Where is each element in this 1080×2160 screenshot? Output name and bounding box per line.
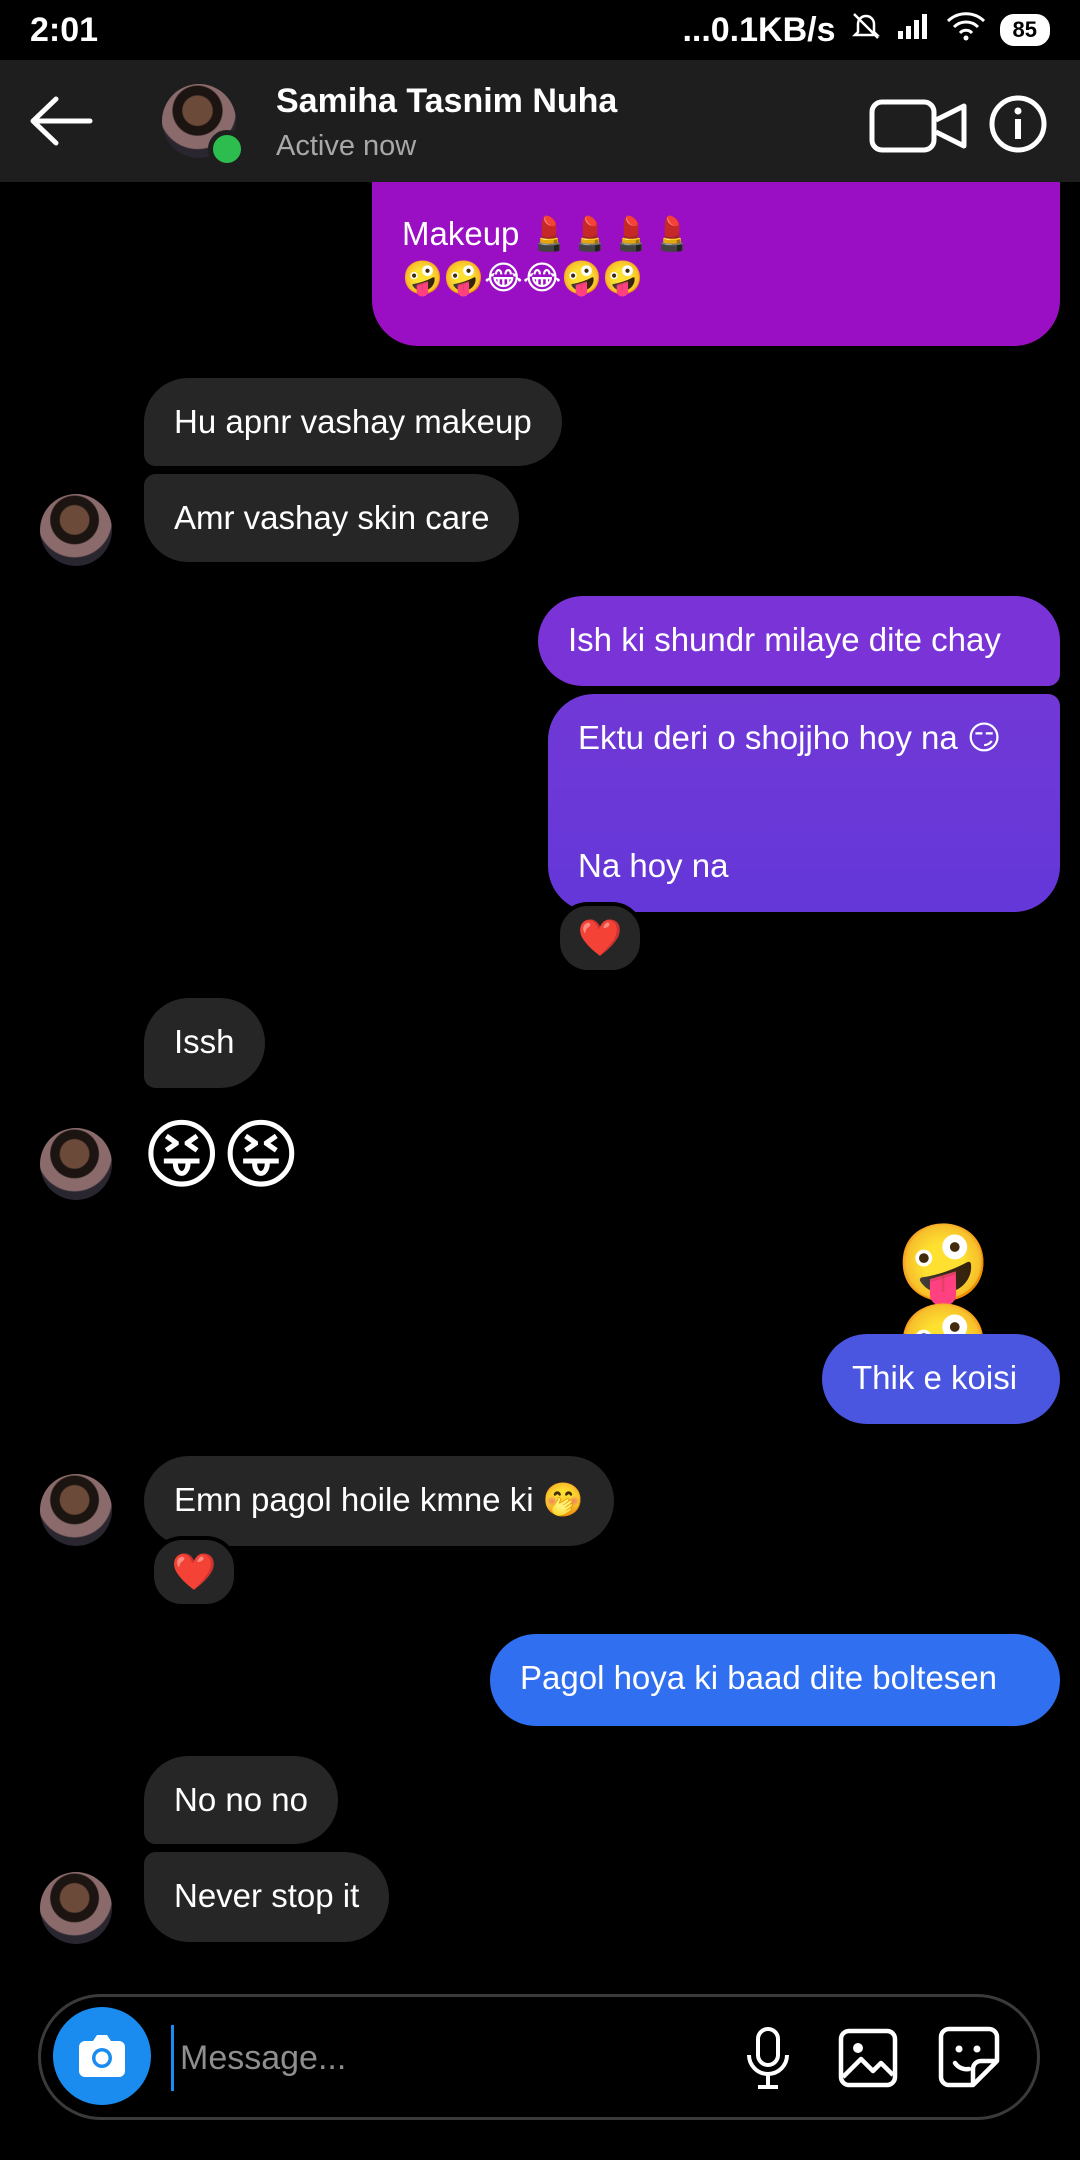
back-button[interactable] <box>26 90 96 152</box>
reaction-heart[interactable]: ❤️ <box>150 1536 238 1608</box>
video-call-button[interactable] <box>868 96 970 161</box>
message-bubble-outgoing[interactable]: Makeup 💄💄💄💄 🤪🤪😂😂🤪🤪 <box>372 182 1060 346</box>
message-bubble-incoming[interactable]: Amr vashay skin care <box>144 474 520 562</box>
message-bubble-incoming[interactable]: Emn pagol hoile kmne ki 🤭 <box>144 1456 614 1546</box>
microphone-button[interactable] <box>741 2025 795 2096</box>
status-icons: ...0.1KB/s 85 <box>682 10 1050 51</box>
network-speed: ...0.1KB/s <box>682 10 836 49</box>
sender-avatar[interactable] <box>40 494 112 566</box>
camera-icon <box>79 2035 125 2077</box>
heart-icon: ❤️ <box>171 1551 217 1592</box>
microphone-icon <box>747 2027 789 2089</box>
message-text: Emn pagol hoile kmne ki 🤭 <box>174 1481 584 1518</box>
message-bubble-incoming[interactable]: Never stop it <box>144 1852 390 1942</box>
message-text: Makeup 💄💄💄💄 <box>402 215 693 252</box>
message-bubble-incoming[interactable]: Issh <box>144 998 265 1088</box>
wifi-icon <box>946 11 986 50</box>
message-bubble-incoming[interactable]: No no no <box>144 1756 338 1844</box>
message-composer <box>38 1994 1040 2120</box>
avatar <box>40 1474 112 1546</box>
message-text: No no no <box>174 1781 308 1818</box>
contact-status: Active now <box>276 130 417 162</box>
avatar <box>40 1872 112 1944</box>
info-button[interactable] <box>988 94 1048 159</box>
message-text: Thik e koisi <box>852 1359 1018 1396</box>
message-text: Ish ki shundr milaye dite chay <box>568 621 1001 658</box>
message-text: Never stop it <box>174 1877 360 1914</box>
message-text: Pagol hoya ki baad dite boltesen <box>520 1659 998 1696</box>
emoji-message-incoming[interactable]: 😝😝 <box>142 1116 300 1196</box>
message-bubble-outgoing[interactable]: Pagol hoya ki baad dite boltesen <box>490 1634 1060 1726</box>
heart-icon: ❤️ <box>577 917 623 958</box>
online-indicator <box>208 130 246 168</box>
gallery-button[interactable] <box>837 2027 899 2094</box>
chat-header: Samiha Tasnim Nuha Active now <box>0 60 1080 182</box>
status-bar: 2:01 ...0.1KB/s 85 <box>0 0 1080 60</box>
camera-button[interactable] <box>53 2007 151 2105</box>
message-bubble-outgoing[interactable]: Thik e koisi <box>822 1334 1060 1424</box>
sticker-button[interactable] <box>937 2025 1001 2094</box>
reaction-heart[interactable]: ❤️ <box>556 902 644 974</box>
sticker-icon <box>938 2026 1000 2088</box>
message-bubble-outgoing[interactable]: Ish ki shundr milaye dite chay <box>538 596 1060 686</box>
avatar <box>40 1128 112 1200</box>
video-call-icon <box>869 99 967 153</box>
signal-icon <box>896 11 932 50</box>
mute-icon <box>850 10 882 51</box>
message-text: Issh <box>174 1023 235 1060</box>
battery-indicator: 85 <box>999 14 1050 46</box>
message-bubble-outgoing[interactable]: Ektu deri o shojjho hoy na 😏 Na hoy na <box>548 694 1060 912</box>
contact-name[interactable]: Samiha Tasnim Nuha <box>276 82 617 121</box>
message-text: Amr vashay skin care <box>174 499 490 536</box>
sender-avatar[interactable] <box>40 1128 112 1200</box>
info-icon <box>989 95 1047 153</box>
message-text: Hu apnr vashay makeup <box>174 403 532 440</box>
message-input[interactable] <box>171 2025 742 2091</box>
message-text: 🤪🤪😂😂🤪🤪 <box>402 259 644 296</box>
message-bubble-incoming[interactable]: Hu apnr vashay makeup <box>144 378 562 466</box>
contact-avatar[interactable] <box>162 84 246 168</box>
sender-avatar[interactable] <box>40 1872 112 1944</box>
avatar <box>40 494 112 566</box>
message-text: Ektu deri o shojjho hoy na 😏 <box>578 719 1002 756</box>
status-time: 2:01 <box>30 10 99 49</box>
gallery-icon <box>838 2028 898 2088</box>
message-text: Na hoy na <box>578 847 729 884</box>
back-arrow-icon <box>30 96 93 146</box>
sender-avatar[interactable] <box>40 1474 112 1546</box>
message-list[interactable]: Makeup 💄💄💄💄 🤪🤪😂😂🤪🤪 Hu apnr vashay makeup… <box>0 182 1080 1990</box>
